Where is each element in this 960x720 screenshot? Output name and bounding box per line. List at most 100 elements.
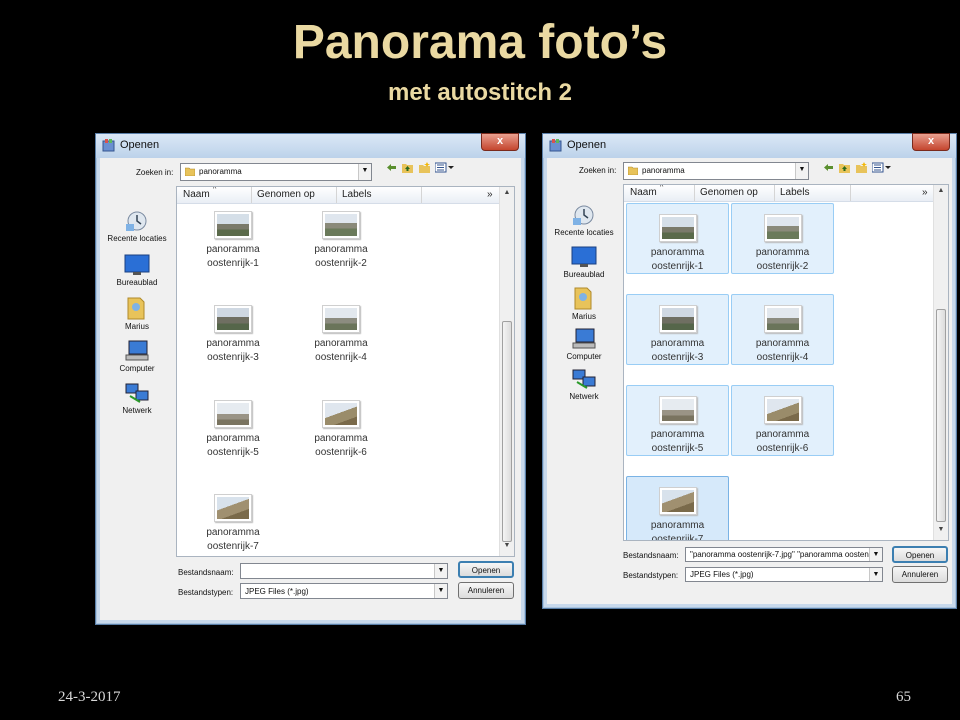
more-columns-icon[interactable]: » (922, 187, 928, 198)
open-button[interactable]: Openen (892, 546, 948, 563)
file-item-1[interactable]: panoramma oostenrijk-1 (185, 211, 281, 271)
chevron-down-icon[interactable]: ▼ (434, 564, 447, 578)
filename-label: Bestandsnaam: (178, 568, 234, 577)
scroll-down-icon[interactable]: ▼ (500, 542, 514, 554)
more-columns-icon[interactable]: » (487, 189, 493, 200)
image-thumbnail (214, 494, 252, 522)
open-dialog-left: Openen x Zoeken in: panoramma ▼ Recente … (95, 133, 526, 625)
file-item-2[interactable]: panoramma oostenrijk-2 (731, 203, 834, 274)
filename-input[interactable]: ▼ (240, 563, 448, 579)
file-item-3[interactable]: panoramma oostenrijk-3 (626, 294, 729, 365)
place-label: Netwerk (569, 392, 599, 401)
file-item-6[interactable]: panoramma oostenrijk-6 (731, 385, 834, 456)
recent-locations-icon (573, 205, 594, 225)
cancel-button[interactable]: Annuleren (892, 566, 948, 583)
view-menu-icon[interactable] (435, 162, 455, 173)
column-genomen-op[interactable]: Genomen op (700, 187, 758, 198)
place-marius[interactable]: Marius (547, 286, 621, 321)
place-recente-locaties[interactable]: Recente locaties (100, 210, 174, 243)
new-folder-icon[interactable] (856, 162, 867, 173)
view-menu-icon[interactable] (872, 162, 892, 173)
slide-subtitle: met autostitch 2 (387, 79, 573, 106)
user-folder-icon (127, 297, 145, 320)
file-item-6[interactable]: panoramma oostenrijk-6 (293, 400, 389, 460)
column-genomen-op[interactable]: Genomen op (257, 189, 315, 200)
file-item-5[interactable]: panoramma oostenrijk-5 (185, 400, 281, 460)
column-labels[interactable]: Labels (342, 189, 371, 200)
close-button[interactable]: x (481, 133, 519, 151)
scroll-thumb[interactable] (936, 309, 946, 522)
scroll-up-icon[interactable]: ▲ (934, 187, 948, 199)
file-name-line2: oostenrijk-1 (207, 258, 259, 269)
close-button[interactable]: x (912, 133, 950, 151)
chevron-down-icon[interactable]: ▼ (434, 584, 447, 598)
image-thumbnail (322, 305, 360, 333)
column-naam[interactable]: Naam (183, 189, 210, 200)
place-bureaublad[interactable]: Bureaublad (547, 246, 621, 279)
file-item-5[interactable]: panoramma oostenrijk-5 (626, 385, 729, 456)
file-list[interactable]: Naam ^ Genomen op Labels » ▲ ▼ panoramma… (623, 184, 949, 541)
image-thumbnail (322, 400, 360, 428)
place-label: Netwerk (122, 406, 152, 415)
filetype-select[interactable]: JPEG Files (*.jpg) ▼ (240, 583, 448, 599)
file-item-4[interactable]: panoramma oostenrijk-4 (293, 305, 389, 365)
file-name-line2: oostenrijk-7 (207, 541, 259, 552)
place-computer[interactable]: Computer (547, 328, 621, 361)
sort-arrow-icon: ^ (660, 184, 664, 191)
chevron-down-icon[interactable]: ▼ (869, 548, 882, 561)
back-icon[interactable] (386, 162, 397, 173)
network-icon (572, 369, 596, 389)
dialog-titlebar[interactable]: Openen x (543, 133, 956, 158)
place-netwerk[interactable]: Netwerk (547, 368, 621, 401)
open-button[interactable]: Openen (458, 561, 514, 578)
image-thumbnail (763, 214, 802, 242)
place-bureaublad[interactable]: Bureaublad (100, 254, 174, 287)
up-folder-icon[interactable] (839, 162, 850, 173)
file-name-line1: panoramma (650, 247, 705, 258)
scroll-down-icon[interactable]: ▼ (934, 526, 948, 538)
file-name-line2: oostenrijk-7 (651, 534, 704, 541)
file-item-7[interactable]: panoramma oostenrijk-7 (185, 494, 281, 554)
image-thumbnail (214, 400, 252, 428)
desktop-icon (124, 254, 150, 275)
file-name-line1: panoramma (206, 244, 260, 255)
file-item-4[interactable]: panoramma oostenrijk-4 (731, 294, 834, 365)
file-list[interactable]: Naam ^ Genomen op Labels » ▲ ▼ panoramma… (176, 186, 515, 557)
back-icon[interactable] (823, 162, 834, 173)
chevron-down-icon[interactable]: ▼ (795, 163, 808, 179)
up-folder-icon[interactable] (402, 162, 413, 173)
dialog-titlebar[interactable]: Openen x (96, 133, 525, 158)
file-item-2[interactable]: panoramma oostenrijk-2 (293, 211, 389, 271)
file-name-line2: oostenrijk-3 (207, 352, 259, 363)
chevron-down-icon[interactable]: ▼ (869, 568, 882, 581)
scroll-up-icon[interactable]: ▲ (500, 189, 514, 201)
column-labels[interactable]: Labels (780, 187, 809, 198)
filename-input[interactable]: "panoramma oostenrijk-7.jpg" "panoramma … (685, 547, 883, 562)
vertical-scrollbar[interactable]: ▲ ▼ (933, 185, 948, 540)
file-name-line2: oostenrijk-6 (756, 443, 809, 454)
place-label: Recente locaties (554, 228, 614, 237)
place-netwerk[interactable]: Netwerk (100, 382, 174, 415)
chevron-down-icon[interactable]: ▼ (358, 164, 371, 180)
column-naam[interactable]: Naam (630, 187, 657, 198)
computer-icon (572, 328, 596, 349)
slide-date: 24-3-2017 (58, 689, 121, 705)
vertical-scrollbar[interactable]: ▲ ▼ (499, 187, 514, 556)
file-item-7[interactable]: panoramma oostenrijk-7 (626, 476, 729, 541)
place-marius[interactable]: Marius (100, 296, 174, 331)
file-item-3[interactable]: panoramma oostenrijk-3 (185, 305, 281, 365)
new-folder-icon[interactable] (419, 162, 430, 173)
file-item-1[interactable]: panoramma oostenrijk-1 (626, 203, 729, 274)
filetype-label: Bestandstypen: (623, 571, 679, 580)
place-label: Bureaublad (563, 270, 605, 279)
scroll-thumb[interactable] (502, 321, 512, 542)
folder-icon (628, 166, 638, 175)
file-name-line1: panoramma (314, 433, 368, 444)
filetype-select[interactable]: JPEG Files (*.jpg) ▼ (685, 567, 883, 582)
cancel-button[interactable]: Annuleren (458, 582, 514, 599)
folder-combo[interactable]: panoramma ▼ (180, 163, 372, 181)
folder-combo[interactable]: panoramma ▼ (623, 162, 809, 180)
file-name-line1: panoramma (650, 429, 705, 440)
place-computer[interactable]: Computer (100, 340, 174, 373)
place-recente-locaties[interactable]: Recente locaties (547, 204, 621, 237)
